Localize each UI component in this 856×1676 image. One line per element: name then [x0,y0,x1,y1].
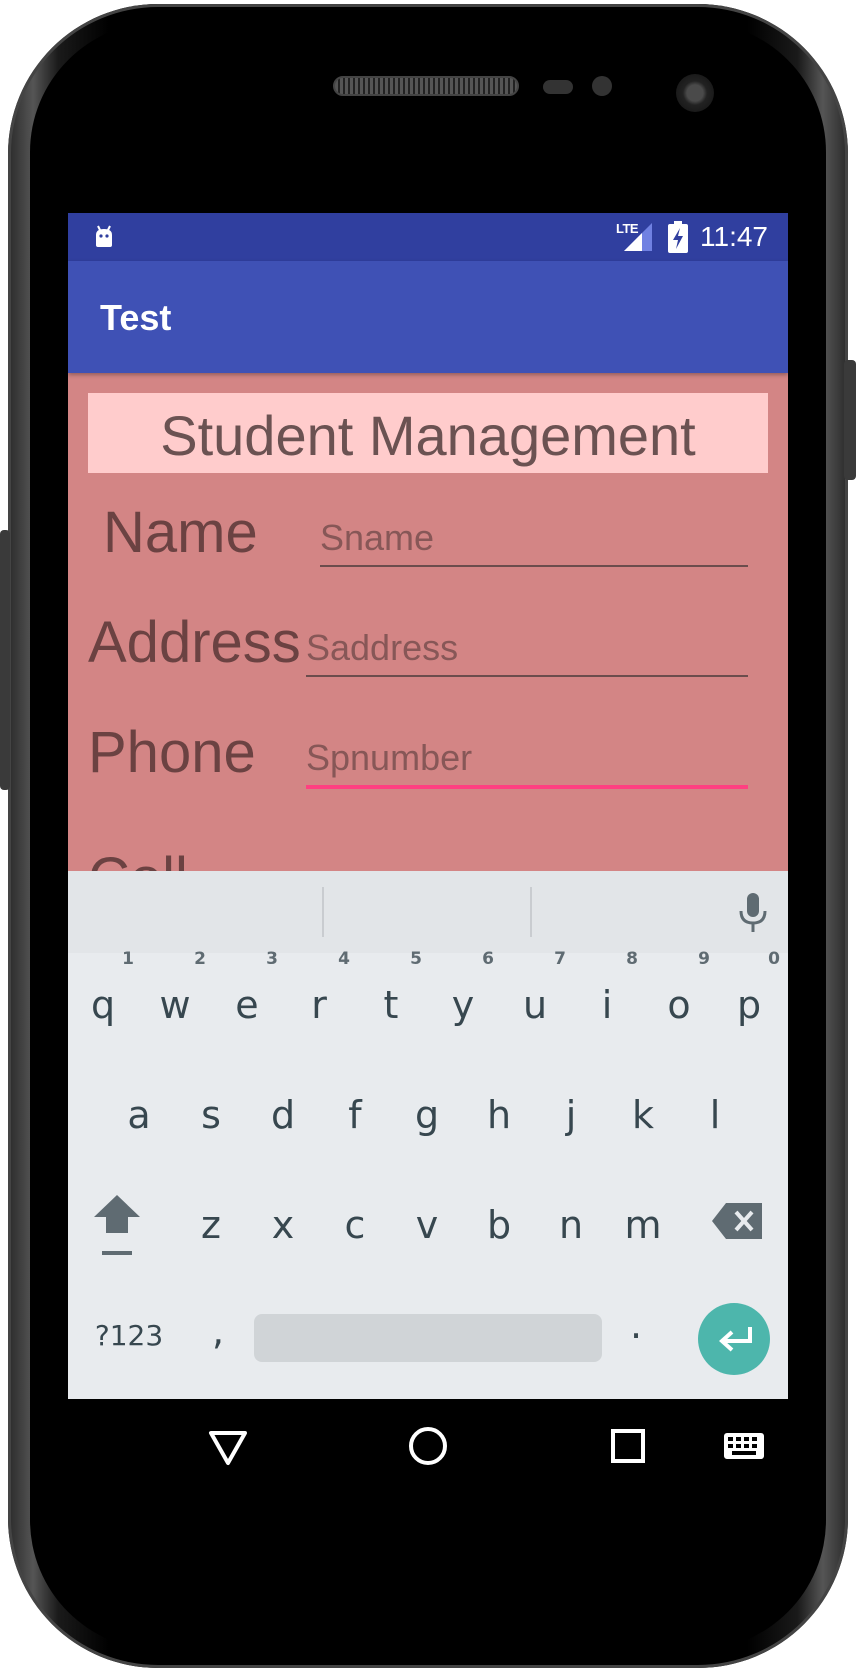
symbols-key[interactable]: ?123 [84,1319,174,1352]
navigation-bar [68,1399,788,1493]
app-toolbar: Test [68,261,788,373]
key-h[interactable]: h [474,1093,524,1137]
android-debug-icon [96,225,112,247]
key-q[interactable]: q1 [78,949,134,1027]
front-camera [676,74,714,112]
key-label: e [235,983,259,1027]
address-underline [306,675,748,677]
key-hint: 4 [338,949,350,969]
status-time: 11:47 [700,221,768,252]
key-label: r [311,983,327,1027]
form-content: Student Management Name Address Phone Co… [68,373,788,871]
key-r[interactable]: r4 [294,949,350,1027]
key-f[interactable]: f [330,1093,380,1137]
heading-banner: Student Management [88,393,768,473]
key-s[interactable]: s [186,1093,236,1137]
microphone-icon[interactable] [737,893,769,933]
period-key[interactable]: . [616,1303,656,1347]
key-hint: 0 [768,949,780,969]
phone-focus-underline [306,785,748,789]
recents-nav-icon[interactable] [603,1421,653,1471]
key-hint: 6 [482,949,494,969]
key-c[interactable]: c [330,1203,380,1247]
key-hint: 3 [266,949,278,969]
keyboard-switch-icon[interactable] [719,1421,769,1471]
key-j[interactable]: j [546,1093,596,1137]
power-button [844,360,856,480]
address-field[interactable] [306,623,748,677]
key-g[interactable]: g [402,1093,452,1137]
shift-icon[interactable] [92,1191,142,1257]
key-n[interactable]: n [546,1203,596,1247]
key-label: w [159,983,191,1027]
key-e[interactable]: e3 [222,949,278,1027]
key-label: i [601,983,613,1027]
key-w[interactable]: w2 [150,949,206,1027]
name-input[interactable] [320,513,748,563]
light-sensor [592,76,612,96]
key-label: u [522,983,548,1027]
key-d[interactable]: d [258,1093,308,1137]
key-k[interactable]: k [618,1093,668,1137]
key-label: q [90,983,116,1027]
soft-keyboard: q1 w2 e3 r4 t5 y6 u7 i8 o9 p0 a s d f g … [68,871,788,1399]
backspace-icon[interactable] [712,1201,764,1241]
key-hint: 7 [554,949,566,969]
key-i[interactable]: i8 [582,949,638,1027]
key-m[interactable]: m [618,1203,668,1247]
enter-key[interactable] [698,1303,770,1375]
suggestion-divider [530,887,532,937]
name-underline [320,565,748,567]
college-label-partial: Coll [88,845,188,871]
phone-label: Phone [88,720,256,785]
volume-button [0,530,10,790]
comma-key[interactable]: , [198,1309,238,1353]
battery-charging-icon [668,221,688,253]
device-screen: LTE 11:47 Test Student Management Name A… [68,213,788,1493]
home-nav-icon[interactable] [403,1421,453,1471]
suggestion-strip [68,871,788,953]
key-a[interactable]: a [114,1093,164,1137]
space-bar[interactable] [254,1314,602,1362]
key-o[interactable]: o9 [654,949,710,1027]
key-z[interactable]: z [186,1203,236,1247]
key-hint: 2 [194,949,206,969]
name-field[interactable] [320,513,748,567]
key-y[interactable]: y6 [438,949,494,1027]
back-nav-icon[interactable] [203,1421,253,1471]
key-u[interactable]: u7 [510,949,566,1027]
address-input[interactable] [306,623,748,673]
address-label: Address [88,610,301,675]
key-label: p [736,983,762,1027]
status-bar: LTE 11:47 [68,213,788,261]
key-v[interactable]: v [402,1203,452,1247]
name-label: Name [103,500,258,565]
key-label: y [451,983,475,1027]
app-title: Test [100,297,172,338]
key-hint: 9 [698,949,710,969]
key-hint: 8 [626,949,638,969]
key-label: o [667,983,691,1027]
signal-strength-icon [624,223,652,251]
key-x[interactable]: x [258,1203,308,1247]
key-p[interactable]: p0 [724,949,780,1027]
key-hint: 1 [122,949,134,969]
key-l[interactable]: l [690,1093,740,1137]
suggestion-divider [322,887,324,937]
phone-field[interactable] [306,733,748,789]
phone-input[interactable] [306,733,748,783]
key-label: t [383,983,399,1027]
proximity-sensor [543,80,573,94]
key-t[interactable]: t5 [366,949,422,1027]
key-b[interactable]: b [474,1203,524,1247]
enter-arrow-icon [719,1327,752,1352]
key-hint: 5 [410,949,422,969]
page-title: Student Management [160,404,696,467]
earpiece-speaker [333,76,519,96]
